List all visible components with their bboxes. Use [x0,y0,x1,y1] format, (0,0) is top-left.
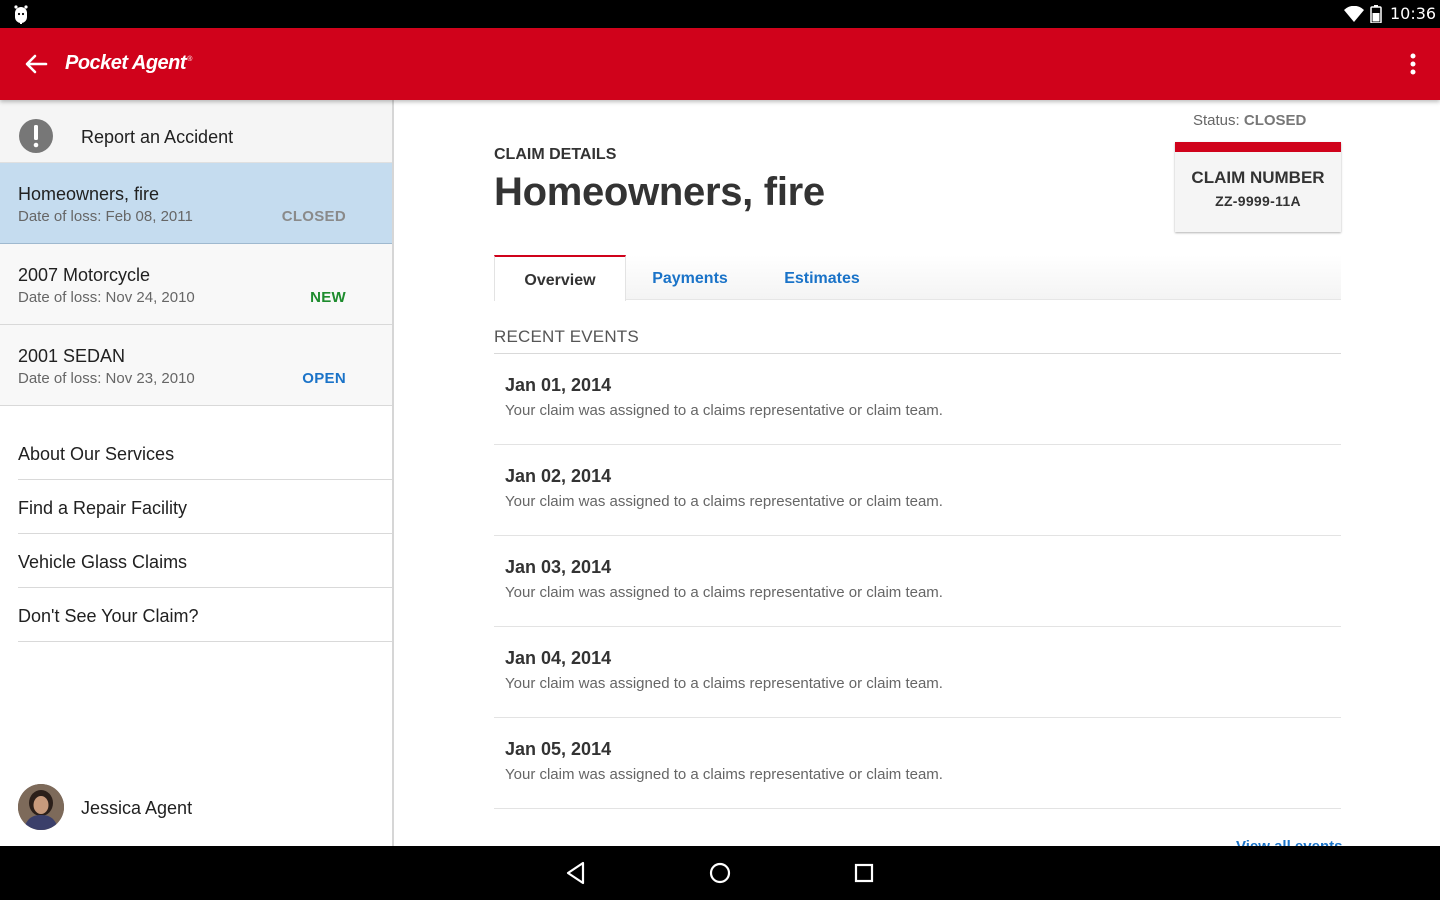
page-title: Homeowners, fire [494,170,825,214]
app-bar: Pocket Agent® [0,28,1440,100]
claim-status-value: CLOSED [1243,112,1307,129]
event-date: Jan 04, 2014 [505,648,612,668]
claim-name: 2001 SEDAN [18,346,126,366]
event-row: Jan 01, 2014 Your claim was assigned to … [494,354,1341,445]
event-description: Your claim was assigned to a claims repr… [505,493,943,510]
nav-back-icon[interactable] [562,859,590,887]
menu-item-vehicle-glass-claims[interactable]: Vehicle Glass Claims [18,534,392,588]
sidebar-menu: About Our Services Find a Repair Facilit… [18,426,392,642]
overflow-menu-icon[interactable] [1400,50,1426,78]
report-accident-button[interactable]: Report an Accident [0,100,392,163]
event-description: Your claim was assigned to a claims repr… [505,675,943,692]
claim-name: Homeowners, fire [18,184,160,204]
tab-estimates[interactable]: Estimates [770,255,874,300]
avatar-photo [18,784,64,830]
tab-bar: Overview Payments Estimates [494,255,1341,301]
tab-overview[interactable]: Overview [494,255,626,301]
claim-date-of-loss: Date of loss: Feb 08, 2011 [18,208,193,225]
recent-events-heading: RECENT EVENTS [494,327,639,346]
event-row: Jan 04, 2014 Your claim was assigned to … [494,627,1341,718]
user-name: Jessica Agent [81,798,193,818]
battery-icon [1370,5,1382,23]
menu-item-dont-see-claim[interactable]: Don't See Your Claim? [18,588,392,642]
trademark-mark: ® [187,56,192,64]
claim-status-badge: NEW [310,289,346,306]
claim-date-of-loss: Date of loss: Nov 24, 2010 [18,289,195,306]
section-caption: CLAIM DETAILS [494,146,617,163]
events-list: Jan 01, 2014 Your claim was assigned to … [494,353,1341,809]
event-date: Jan 01, 2014 [505,375,612,395]
status-clock: 10:36 [1390,4,1437,23]
wifi-icon [1344,6,1364,22]
claim-number-card: CLAIM NUMBER ZZ-9999-11A [1175,142,1341,232]
menu-item-about-services[interactable]: About Our Services [18,426,392,480]
claim-detail-panel: Status: CLOSED CLAIM NUMBER ZZ-9999-11A … [394,100,1440,846]
nav-recents-icon[interactable] [850,859,878,887]
view-all-events-link[interactable]: View all events [1236,838,1342,846]
status-bar: 10:36 [0,0,1440,28]
nav-home-icon[interactable] [706,859,734,887]
event-description: Your claim was assigned to a claims repr… [505,766,943,783]
claim-number-label: CLAIM NUMBER [1191,168,1325,187]
app-title: Pocket Agent [65,52,187,74]
tab-payments[interactable]: Payments [640,255,740,300]
event-description: Your claim was assigned to a claims repr… [505,584,943,601]
event-row: Jan 03, 2014 Your claim was assigned to … [494,536,1341,627]
app-logo: Pocket Agent® [65,52,192,75]
sidebar: Report an Accident Homeowners, fire Date… [0,100,394,846]
user-profile[interactable]: Jessica Agent [18,784,378,830]
event-date: Jan 05, 2014 [505,739,612,759]
claim-item-homeowners-fire[interactable]: Homeowners, fire Date of loss: Feb 08, 2… [0,163,392,244]
event-row: Jan 05, 2014 Your claim was assigned to … [494,718,1341,809]
back-arrow-icon[interactable] [22,50,50,78]
event-date: Jan 02, 2014 [505,466,612,486]
event-date: Jan 03, 2014 [505,557,612,577]
claim-item-2001-sedan[interactable]: 2001 SEDAN Date of loss: Nov 23, 2010 OP… [0,325,392,406]
claim-status-label: Status: [1193,112,1240,129]
claim-status-badge: OPEN [302,370,346,387]
event-description: Your claim was assigned to a claims repr… [505,402,943,419]
claim-number-value: ZZ-9999-11A [1215,193,1301,209]
system-nav-bar [0,846,1440,900]
claim-status: Status: CLOSED [1193,112,1306,129]
claim-item-2007-motorcycle[interactable]: 2007 Motorcycle Date of loss: Nov 24, 20… [0,244,392,325]
menu-item-find-repair-facility[interactable]: Find a Repair Facility [18,480,392,534]
android-icon [14,5,28,24]
claim-date-of-loss: Date of loss: Nov 23, 2010 [18,370,195,387]
event-row: Jan 02, 2014 Your claim was assigned to … [494,445,1341,536]
claim-name: 2007 Motorcycle [18,265,151,285]
claim-status-badge: CLOSED [281,208,346,225]
avatar [18,784,64,830]
alert-icon [19,119,53,153]
report-accident-label: Report an Accident [81,127,234,147]
